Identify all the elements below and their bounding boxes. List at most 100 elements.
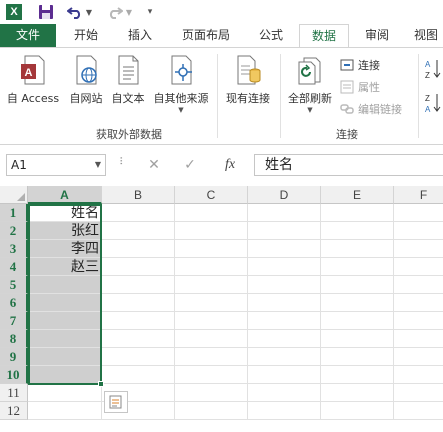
cell-e10[interactable] xyxy=(321,366,394,384)
cell-b7[interactable] xyxy=(102,312,175,330)
connections-button[interactable]: 连接 xyxy=(340,56,380,74)
cell-d4[interactable] xyxy=(248,258,321,276)
cell-d9[interactable] xyxy=(248,348,321,366)
cell-f8[interactable] xyxy=(394,330,443,348)
tab-data[interactable]: 数据 xyxy=(299,24,349,48)
cell-f10[interactable] xyxy=(394,366,443,384)
redo-icon[interactable] xyxy=(106,2,124,22)
row-header-1[interactable]: 1 xyxy=(0,204,28,222)
cell-f7[interactable] xyxy=(394,312,443,330)
row-header-9[interactable]: 9 xyxy=(0,348,28,366)
cell-e9[interactable] xyxy=(321,348,394,366)
cell-d8[interactable] xyxy=(248,330,321,348)
column-header-e[interactable]: E xyxy=(321,186,394,204)
column-header-f[interactable]: F xyxy=(394,186,443,204)
refresh-all-button[interactable]: 全部刷新 ▼ xyxy=(284,54,336,120)
existing-connections-button[interactable]: 现有连接 xyxy=(222,54,274,120)
cell-c10[interactable] xyxy=(175,366,248,384)
cell-d11[interactable] xyxy=(248,384,321,402)
cell-e4[interactable] xyxy=(321,258,394,276)
tab-view[interactable]: 视图 xyxy=(406,24,443,47)
customize-qat-icon[interactable]: ▾ xyxy=(144,2,156,22)
cell-e8[interactable] xyxy=(321,330,394,348)
cell-f4[interactable] xyxy=(394,258,443,276)
cell-b1[interactable] xyxy=(102,204,175,222)
cell-d6[interactable] xyxy=(248,294,321,312)
row-header-8[interactable]: 8 xyxy=(0,330,28,348)
cell-b8[interactable] xyxy=(102,330,175,348)
name-box[interactable]: A1 ▼ xyxy=(6,154,106,176)
cell-f1[interactable] xyxy=(394,204,443,222)
row-header-12[interactable]: 12 xyxy=(0,402,28,420)
cell-b6[interactable] xyxy=(102,294,175,312)
cell-b10[interactable] xyxy=(102,366,175,384)
tab-insert[interactable]: 插入 xyxy=(114,24,166,47)
worksheet-grid[interactable]: A B C D E F 1 姓名 2 张红 3 李四 4 赵三 5 6 7 8 9 10 11 12 xyxy=(0,186,443,432)
cell-a7[interactable] xyxy=(28,312,102,330)
cell-a8[interactable] xyxy=(28,330,102,348)
enter-icon[interactable]: ✓ xyxy=(178,154,202,176)
cell-d5[interactable] xyxy=(248,276,321,294)
cell-e11[interactable] xyxy=(321,384,394,402)
cell-a10[interactable] xyxy=(28,366,102,384)
cell-e1[interactable] xyxy=(321,204,394,222)
fill-handle[interactable] xyxy=(98,381,104,387)
tab-home[interactable]: 开始 xyxy=(60,24,112,47)
formula-input[interactable]: 姓名 xyxy=(254,154,443,176)
column-header-d[interactable]: D xyxy=(248,186,321,204)
cell-f9[interactable] xyxy=(394,348,443,366)
drag-handle-icon[interactable]: ··· xyxy=(114,156,128,174)
edit-links-button[interactable]: 编辑链接 xyxy=(340,100,402,118)
row-header-5[interactable]: 5 xyxy=(0,276,28,294)
column-header-b[interactable]: B xyxy=(102,186,175,204)
cell-b2[interactable] xyxy=(102,222,175,240)
tab-page-layout[interactable]: 页面布局 xyxy=(170,24,242,47)
cell-d1[interactable] xyxy=(248,204,321,222)
cell-e7[interactable] xyxy=(321,312,394,330)
cell-e3[interactable] xyxy=(321,240,394,258)
cell-f12[interactable] xyxy=(394,402,443,420)
row-header-2[interactable]: 2 xyxy=(0,222,28,240)
tab-formulas[interactable]: 公式 xyxy=(246,24,296,47)
tab-review[interactable]: 审阅 xyxy=(352,24,402,47)
undo-icon[interactable] xyxy=(66,2,84,22)
cell-c3[interactable] xyxy=(175,240,248,258)
row-header-4[interactable]: 4 xyxy=(0,258,28,276)
sort-descending-button[interactable]: ZA xyxy=(424,94,443,112)
from-web-button[interactable]: 自网站 xyxy=(66,54,106,120)
cell-e5[interactable] xyxy=(321,276,394,294)
save-icon[interactable] xyxy=(36,2,56,22)
cell-f5[interactable] xyxy=(394,276,443,294)
cell-a2[interactable]: 张红 xyxy=(28,222,102,240)
cell-f3[interactable] xyxy=(394,240,443,258)
cell-b4[interactable] xyxy=(102,258,175,276)
from-text-button[interactable]: 自文本 xyxy=(108,54,148,120)
cell-c1[interactable] xyxy=(175,204,248,222)
tab-file[interactable]: 文件 xyxy=(0,24,56,47)
cell-c9[interactable] xyxy=(175,348,248,366)
column-header-a[interactable]: A xyxy=(28,186,102,204)
quick-analysis-button[interactable] xyxy=(104,391,128,413)
cell-a5[interactable] xyxy=(28,276,102,294)
chevron-down-icon[interactable]: ▼ xyxy=(95,155,101,175)
cell-a11[interactable] xyxy=(28,384,102,402)
cell-f2[interactable] xyxy=(394,222,443,240)
row-header-11[interactable]: 11 xyxy=(0,384,28,402)
cell-e12[interactable] xyxy=(321,402,394,420)
cell-a6[interactable] xyxy=(28,294,102,312)
cell-c4[interactable] xyxy=(175,258,248,276)
cell-d7[interactable] xyxy=(248,312,321,330)
sort-ascending-button[interactable]: AZ xyxy=(424,60,443,78)
cell-c11[interactable] xyxy=(175,384,248,402)
cancel-icon[interactable]: ✕ xyxy=(142,154,166,176)
cell-c7[interactable] xyxy=(175,312,248,330)
cell-f11[interactable] xyxy=(394,384,443,402)
cell-d3[interactable] xyxy=(248,240,321,258)
cell-a4[interactable]: 赵三 xyxy=(28,258,102,276)
cell-e6[interactable] xyxy=(321,294,394,312)
cell-c12[interactable] xyxy=(175,402,248,420)
cell-f6[interactable] xyxy=(394,294,443,312)
row-header-3[interactable]: 3 xyxy=(0,240,28,258)
redo-dropdown-icon[interactable]: ▼ xyxy=(124,2,134,22)
row-header-6[interactable]: 6 xyxy=(0,294,28,312)
